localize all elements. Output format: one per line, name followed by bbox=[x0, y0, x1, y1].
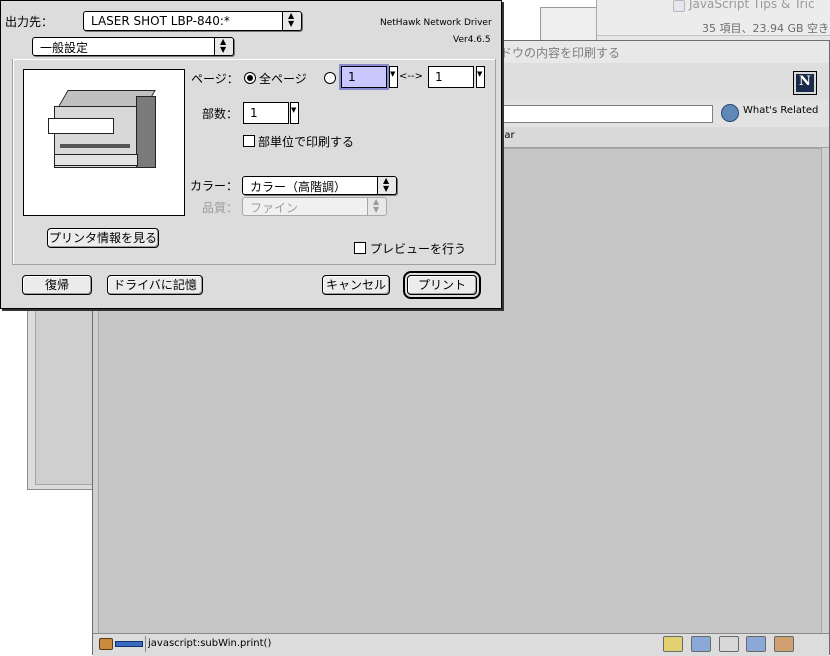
disk-info: 35 項目、23.94 GB 空き bbox=[702, 22, 830, 35]
driver-name: NetHawk Network Driver bbox=[380, 18, 492, 28]
printer-select[interactable]: LASER SHOT LBP-840:* bbox=[83, 11, 302, 31]
copies-value: 1 bbox=[250, 106, 258, 120]
page-to-input[interactable]: 1 bbox=[428, 66, 474, 88]
all-pages-label[interactable]: 全ページ bbox=[259, 70, 307, 87]
all-pages-radio[interactable] bbox=[244, 72, 256, 84]
status-bar: javascript:subWin.print() bbox=[93, 633, 829, 656]
background-window-left-content bbox=[35, 301, 95, 485]
address-book-icon[interactable] bbox=[746, 636, 767, 652]
printer-side-icon bbox=[136, 96, 156, 168]
print-button[interactable]: プリント bbox=[403, 271, 481, 299]
finder-window-title: JavaScript Tips & Tric bbox=[689, 0, 815, 11]
save-to-driver-button[interactable]: ドライバに記憶 bbox=[107, 275, 203, 295]
navigator-icon[interactable] bbox=[663, 636, 683, 652]
popup-arrows-icon bbox=[214, 37, 233, 55]
settings-panel-select[interactable]: 一般設定 bbox=[32, 37, 234, 56]
color-label: カラー： bbox=[190, 179, 239, 193]
quality-label: 品質： bbox=[202, 201, 239, 215]
newsgroup-icon[interactable] bbox=[718, 636, 739, 652]
background-window-left bbox=[27, 300, 97, 490]
copies-input[interactable]: 1 bbox=[243, 102, 289, 124]
page-to-value: 1 bbox=[435, 70, 443, 84]
collate-label[interactable]: 部単位で印刷する bbox=[258, 133, 354, 150]
preview-label[interactable]: プレビューを行う bbox=[370, 240, 466, 257]
driver-version: Ver4.6.5 bbox=[453, 35, 491, 45]
status-text: javascript:subWin.print() bbox=[148, 638, 272, 649]
popup-arrows-icon bbox=[377, 176, 396, 194]
range-separator: <--> bbox=[399, 71, 423, 82]
whats-related-button[interactable]: What's Related bbox=[743, 105, 818, 116]
composer-icon[interactable] bbox=[774, 636, 795, 652]
restore-button[interactable]: 復帰 bbox=[22, 275, 92, 295]
page-to-stepper[interactable] bbox=[476, 66, 485, 88]
mail-icon[interactable] bbox=[690, 636, 711, 652]
copies-label: 部数： bbox=[202, 107, 239, 121]
quality-select-value: ファイン bbox=[250, 201, 299, 215]
pages-label: ページ： bbox=[191, 72, 239, 86]
cancel-button[interactable]: キャンセル bbox=[322, 275, 390, 295]
collate-checkbox[interactable] bbox=[243, 135, 255, 147]
printer-slot-icon bbox=[60, 144, 130, 148]
connection-icon bbox=[115, 641, 143, 647]
color-select[interactable]: カラー（高階調） bbox=[242, 176, 397, 195]
printer-tray-icon bbox=[48, 118, 114, 134]
copies-stepper[interactable] bbox=[290, 102, 299, 124]
page-from-input[interactable]: 1 bbox=[341, 66, 387, 88]
print-dialog: 出力先： LASER SHOT LBP-840:* NetHawk Networ… bbox=[0, 0, 502, 309]
color-select-value: カラー（高階調） bbox=[250, 180, 347, 194]
printer-base-icon bbox=[54, 154, 138, 166]
popup-arrows-icon bbox=[367, 197, 386, 215]
printer-info-button[interactable]: プリンタ情報を見る bbox=[47, 228, 159, 248]
lock-icon[interactable] bbox=[99, 638, 113, 650]
page-from-stepper[interactable] bbox=[389, 66, 398, 88]
settings-panel-value: 一般設定 bbox=[40, 41, 89, 55]
preview-checkbox[interactable] bbox=[354, 242, 366, 254]
quality-select: ファイン bbox=[242, 197, 387, 216]
popup-arrows-icon bbox=[282, 11, 301, 30]
page-from-value: 1 bbox=[348, 70, 356, 84]
printer-label: 出力先： bbox=[5, 15, 54, 29]
status-divider bbox=[145, 636, 146, 652]
globe-icon[interactable] bbox=[721, 104, 739, 122]
netscape-logo-icon[interactable] bbox=[793, 71, 817, 95]
browser-title: ドウの内容を印刷する bbox=[500, 46, 621, 60]
printer-image bbox=[23, 69, 185, 216]
component-bar bbox=[663, 636, 813, 652]
printer-select-value: LASER SHOT LBP-840:* bbox=[91, 14, 230, 28]
page-range-radio[interactable] bbox=[324, 72, 336, 84]
